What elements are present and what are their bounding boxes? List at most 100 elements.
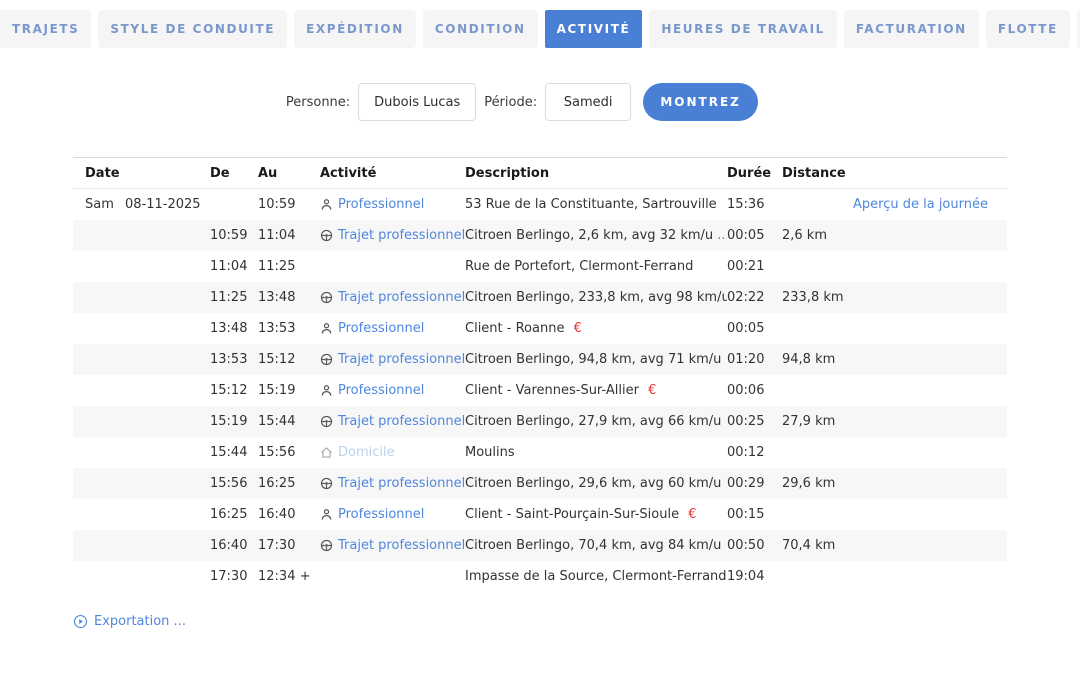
show-button[interactable]: MONTREZ <box>643 83 758 121</box>
tab-trajets[interactable]: TRAJETS <box>0 10 91 48</box>
header-to: Au <box>258 166 320 181</box>
cell-distance: 70,4 km <box>782 538 853 553</box>
description-text: Citroen Berlingo, 29,6 km, avg 60 km/u <box>465 476 721 491</box>
activity-link[interactable]: Trajet professionnel <box>338 538 465 553</box>
cell-duration: 01:20 <box>727 352 782 367</box>
euro-badge: € <box>648 383 656 398</box>
steering-wheel-icon <box>320 477 333 490</box>
header-activity: Activité <box>320 166 465 181</box>
person-select-value: Dubois Lucas <box>374 95 460 110</box>
cell-description: Client - Roanne € <box>465 321 727 336</box>
description-text: Client - Roanne <box>465 321 564 336</box>
activity-link[interactable]: Professionnel <box>338 383 424 398</box>
activity-link[interactable]: Trajet professionnel <box>338 228 465 243</box>
filter-bar: Personne: Dubois Lucas Période: Samedi M… <box>0 83 1080 121</box>
cell-description: Citroen Berlingo, 27,9 km, avg 66 km/u .… <box>465 414 727 429</box>
cell-activity: Domicile <box>320 445 465 460</box>
cell-activity: Trajet professionnel <box>320 352 465 367</box>
activity-link[interactable]: Professionnel <box>338 321 424 336</box>
cell-from: 10:59 <box>210 228 258 243</box>
cell-description: Moulins <box>465 445 727 460</box>
tab-flotte[interactable]: FLOTTE <box>986 10 1070 48</box>
table-row: 11:04 11:25 Rue de Portefort, Clermont-F… <box>73 251 1007 282</box>
cell-activity: Professionnel <box>320 321 465 336</box>
steering-wheel-icon <box>320 353 333 366</box>
cell-duration: 00:05 <box>727 228 782 243</box>
activity-link[interactable]: Professionnel <box>338 507 424 522</box>
cell-from: 16:40 <box>210 538 258 553</box>
tab-expedition[interactable]: EXPÉDITION <box>294 10 416 48</box>
table-header: Date De Au Activité Description Durée Di… <box>73 158 1007 189</box>
cell-duration: 00:15 <box>727 507 782 522</box>
export-label: Exportation ... <box>94 614 186 629</box>
header-duration: Durée <box>727 166 782 181</box>
tab-facturation[interactable]: FACTURATION <box>844 10 979 48</box>
description-text: Citroen Berlingo, 2,6 km, avg 32 km/u <box>465 228 713 243</box>
description-text: Client - Saint-Pourçain-Sur-Sioule <box>465 507 679 522</box>
cell-distance: 27,9 km <box>782 414 853 429</box>
export-link[interactable]: Exportation ... <box>73 614 186 629</box>
table-row: 10:59 11:04 Trajet professionnel Citroen… <box>73 220 1007 251</box>
cell-to: 15:44 <box>258 414 320 429</box>
cell-description: Citroen Berlingo, 233,8 km, avg 98 km/u … <box>465 290 727 305</box>
cell-description: Citroen Berlingo, 29,6 km, avg 60 km/u .… <box>465 476 727 491</box>
header-distance: Distance <box>782 166 853 181</box>
cell-to: 16:25 <box>258 476 320 491</box>
cell-duration: 15:36 <box>727 197 782 212</box>
person-label: Personne: <box>286 95 350 110</box>
steering-wheel-icon <box>320 415 333 428</box>
header-date: Date <box>85 166 210 181</box>
cell-to: 15:12 <box>258 352 320 367</box>
cell-description: Client - Saint-Pourçain-Sur-Sioule € <box>465 507 727 522</box>
activity-link[interactable]: Professionnel <box>338 197 424 212</box>
cell-duration: 19:04 <box>727 569 782 584</box>
activity-link[interactable]: Trajet professionnel <box>338 290 465 305</box>
cell-date: 08-11-2025 <box>125 197 210 212</box>
euro-badge: € <box>574 321 582 336</box>
cell-description: Client - Varennes-Sur-Allier € <box>465 383 727 398</box>
table-row: 15:44 15:56 Domicile Moulins 00:12 <box>73 437 1007 468</box>
cell-from: 15:56 <box>210 476 258 491</box>
cell-duration: 00:06 <box>727 383 782 398</box>
table-body: Sam 08-11-2025 10:59 Professionnel 53 Ru… <box>73 189 1007 592</box>
cell-activity: Trajet professionnel <box>320 290 465 305</box>
activity-table: Date De Au Activité Description Durée Di… <box>73 157 1007 592</box>
table-row: 17:30 12:34 + Impasse de la Source, Cler… <box>73 561 1007 592</box>
tab-activite[interactable]: ACTIVITÉ <box>545 10 643 48</box>
cell-to: 11:04 <box>258 228 320 243</box>
person-icon <box>320 322 333 335</box>
person-select[interactable]: Dubois Lucas <box>358 83 476 121</box>
cell-activity: Professionnel <box>320 383 465 398</box>
cell-description: 53 Rue de la Constituante, Sartrouville <box>465 197 727 212</box>
tab-heures-de-travail[interactable]: HEURES DE TRAVAIL <box>649 10 837 48</box>
cell-duration: 00:50 <box>727 538 782 553</box>
cell-distance: 233,8 km <box>782 290 853 305</box>
description-text: 53 Rue de la Constituante, Sartrouville <box>465 197 717 212</box>
cell-duration: 00:25 <box>727 414 782 429</box>
cell-to: 15:19 <box>258 383 320 398</box>
description-more-link[interactable]: ... <box>717 228 727 243</box>
cell-activity: Trajet professionnel <box>320 538 465 553</box>
table-row: Sam 08-11-2025 10:59 Professionnel 53 Ru… <box>73 189 1007 220</box>
cell-activity: Trajet professionnel <box>320 476 465 491</box>
cell-distance: 29,6 km <box>782 476 853 491</box>
cell-from: 17:30 <box>210 569 258 584</box>
table-row: 16:40 17:30 Trajet professionnel Citroen… <box>73 530 1007 561</box>
table-row: 15:12 15:19 Professionnel Client - Varen… <box>73 375 1007 406</box>
activity-link[interactable]: Trajet professionnel <box>338 352 465 367</box>
period-label: Période: <box>484 95 537 110</box>
activity-link[interactable]: Trajet professionnel <box>338 414 465 429</box>
period-select[interactable]: Samedi <box>545 83 631 121</box>
activity-link[interactable]: Domicile <box>338 445 395 460</box>
euro-badge: € <box>688 507 696 522</box>
table-row: 11:25 13:48 Trajet professionnel Citroen… <box>73 282 1007 313</box>
activity-link[interactable]: Trajet professionnel <box>338 476 465 491</box>
description-text: Impasse de la Source, Clermont-Ferrand <box>465 569 727 584</box>
tab-condition[interactable]: CONDITION <box>423 10 538 48</box>
cell-activity: Trajet professionnel <box>320 414 465 429</box>
description-text: Citroen Berlingo, 70,4 km, avg 84 km/u <box>465 538 721 553</box>
cell-activity: Professionnel <box>320 507 465 522</box>
cell-distance: 2,6 km <box>782 228 853 243</box>
tab-style-de-conduite[interactable]: STYLE DE CONDUITE <box>98 10 287 48</box>
day-overview-link[interactable]: Aperçu de la journée <box>853 197 988 212</box>
